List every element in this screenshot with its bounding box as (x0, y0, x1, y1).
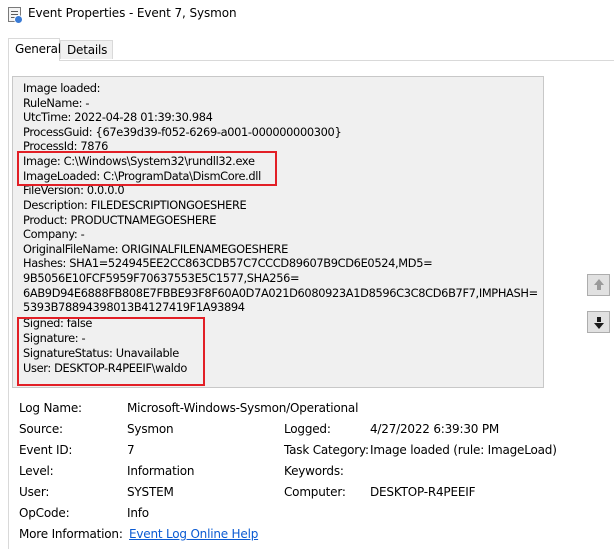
level-value: Information (127, 464, 195, 478)
task-category-value: Image loaded (rule: ImageLoad) (370, 443, 557, 457)
opcode-label: OpCode: (19, 506, 70, 520)
log-name-value: Microsoft-Windows-Sysmon/Operational (127, 401, 359, 415)
source-value: Sysmon (127, 422, 174, 436)
keywords-label: Keywords: (284, 464, 344, 478)
message-line: 5393B78894398013B4127419F1A93894 (23, 300, 245, 314)
more-information-label: More Information: (19, 527, 123, 541)
event-id-value: 7 (127, 443, 135, 457)
opcode-value: Info (127, 506, 149, 520)
message-line: 9B5056E10FCF5959F70637553E5C1577,SHA256= (23, 271, 300, 285)
tab-general[interactable]: General (8, 38, 61, 61)
highlight-signature-info (17, 317, 205, 386)
log-name-label: Log Name: (19, 401, 82, 415)
task-category-label: Task Category: (284, 443, 369, 457)
message-line: OriginalFileName: ORIGINALFILENAMEGOESHE… (23, 242, 288, 256)
title-bar[interactable]: Event Properties - Event 7, Sysmon (0, 0, 614, 30)
computer-value: DESKTOP-R4PEEIF (370, 485, 476, 499)
event-id-label: Event ID: (19, 443, 73, 457)
message-line: Product: PRODUCTNAMEGOESHERE (23, 213, 217, 227)
next-event-button[interactable] (587, 311, 610, 333)
message-line: 6AB9D94E6888FB808E7FBBE93F8F60A0D7A021D6… (23, 286, 538, 300)
user-value: SYSTEM (127, 485, 174, 499)
logged-value: 4/27/2022 6:39:30 PM (370, 422, 500, 436)
tab-details[interactable]: Details (60, 40, 113, 59)
message-line: Description: FILEDESCRIPTIONGOESHERE (23, 198, 247, 212)
logged-label: Logged: (284, 422, 331, 436)
computer-label: Computer: (284, 485, 346, 499)
user-label: User: (19, 485, 50, 499)
message-line: Hashes: SHA1=524945EE2CC863CDB57C7CCCD89… (23, 256, 433, 270)
message-line: ProcessGuid: {67e39d39-f052-6269-a001-00… (23, 125, 342, 139)
tab-strip: General Details (8, 38, 614, 61)
previous-event-button[interactable] (587, 274, 610, 296)
window-title: Event Properties - Event 7, Sysmon (28, 6, 237, 20)
source-label: Source: (19, 422, 63, 436)
level-label: Level: (19, 464, 54, 478)
arrow-down-icon (594, 323, 604, 329)
message-line: Company: - (23, 227, 85, 241)
highlight-image-paths (17, 151, 277, 186)
event-log-online-help-link[interactable]: Event Log Online Help (129, 527, 258, 542)
event-viewer-icon (8, 7, 23, 24)
message-line: RuleName: - (23, 96, 90, 110)
message-line: UtcTime: 2022-04-28 01:39:30.984 (23, 110, 213, 124)
message-line: Image loaded: (23, 81, 101, 95)
